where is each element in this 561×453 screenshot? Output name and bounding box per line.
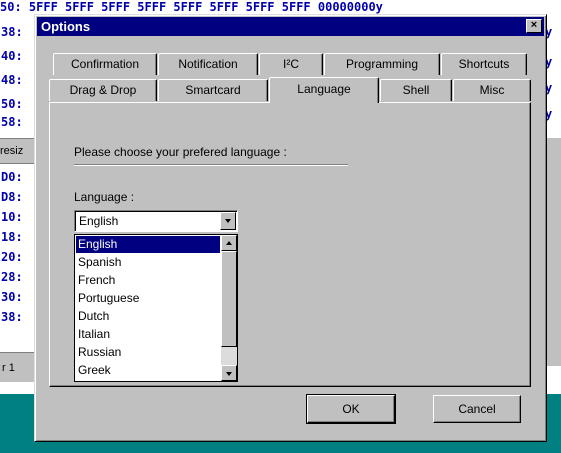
tab-smartcard[interactable]: Smartcard — [158, 79, 268, 101]
language-dropdown[interactable]: English — [74, 210, 238, 232]
dropdown-button[interactable] — [220, 212, 236, 230]
dialog-title: Options — [41, 19, 91, 34]
background-status-text: r 1 — [2, 362, 15, 374]
background-app-header: 50: 5FFF 5FFF 5FFF 5FFF 5FFF 5FFF 5FFF 5… — [0, 0, 561, 14]
language-option-portuguese[interactable]: Portuguese — [76, 290, 220, 307]
background-line: 10: — [1, 210, 23, 224]
tab-confirmation[interactable]: Confirmation — [53, 53, 157, 75]
tab-notification[interactable]: Notification — [158, 53, 258, 75]
background-line: 50: — [1, 97, 23, 111]
language-option-french[interactable]: French — [76, 272, 220, 289]
background-line: 20: — [1, 250, 23, 264]
background-app-right-pane: y y y y — [545, 14, 561, 394]
separator — [74, 164, 348, 166]
language-label: Language : — [74, 190, 135, 204]
background-line: D0: — [1, 170, 23, 184]
background-line: 40: — [1, 49, 23, 63]
background-app-left-pane: 38: 40: 48: 50: 58: resiz D0: D8: 10: 18… — [0, 14, 37, 394]
tab-misc[interactable]: Misc — [453, 79, 531, 101]
background-status-row: r 1 — [0, 352, 36, 382]
scroll-up-button[interactable] — [221, 235, 237, 251]
background-line: 30: — [1, 290, 23, 304]
background-line: 28: — [1, 270, 23, 284]
language-option-greek[interactable]: Greek — [76, 362, 220, 379]
chevron-down-icon — [225, 219, 231, 223]
background-line: 18: — [1, 230, 23, 244]
cancel-button[interactable]: Cancel — [433, 395, 521, 423]
chevron-up-icon — [226, 241, 232, 245]
language-dropdown-list[interactable]: English Spanish French Portuguese Dutch … — [74, 234, 238, 382]
background-resize-text: resiz — [0, 145, 24, 157]
language-option-english[interactable]: English — [76, 236, 220, 253]
background-line: 38: — [1, 310, 23, 324]
options-dialog: Options × Confirmation Notification I²C … — [34, 14, 547, 442]
background-line: 48: — [1, 73, 23, 87]
language-option-spanish[interactable]: Spanish — [76, 254, 220, 271]
tab-shell[interactable]: Shell — [380, 79, 452, 101]
ok-button[interactable]: OK — [306, 394, 396, 424]
background-line: 58: — [1, 115, 23, 129]
background-line: 38: — [1, 25, 23, 39]
background-gray-area — [545, 138, 561, 366]
scroll-thumb[interactable] — [221, 251, 237, 347]
language-tab-panel: Please choose your prefered language : L… — [49, 102, 531, 387]
language-dropdown-value: English — [79, 214, 119, 228]
tab-shortcuts[interactable]: Shortcuts — [441, 53, 527, 75]
background-header-text: 50: 5FFF 5FFF 5FFF 5FFF 5FFF 5FFF 5FFF 5… — [0, 0, 383, 14]
tab-programming[interactable]: Programming — [324, 53, 440, 75]
tab-language[interactable]: Language — [269, 77, 379, 103]
close-icon[interactable]: × — [526, 19, 542, 33]
language-option-russian[interactable]: Russian — [76, 344, 220, 361]
scroll-down-button[interactable] — [221, 365, 237, 381]
language-prompt: Please choose your prefered language : — [74, 145, 287, 159]
tab-i2c[interactable]: I²C — [259, 53, 323, 75]
background-line: D8: — [1, 190, 23, 204]
background-resize-row: resiz — [0, 138, 36, 164]
language-option-dutch[interactable]: Dutch — [76, 308, 220, 325]
list-scrollbar[interactable] — [221, 235, 237, 381]
chevron-down-icon — [226, 372, 232, 376]
tab-drag-drop[interactable]: Drag & Drop — [49, 79, 157, 101]
dialog-titlebar[interactable]: Options × — [37, 17, 544, 36]
language-option-italian[interactable]: Italian — [76, 326, 220, 343]
